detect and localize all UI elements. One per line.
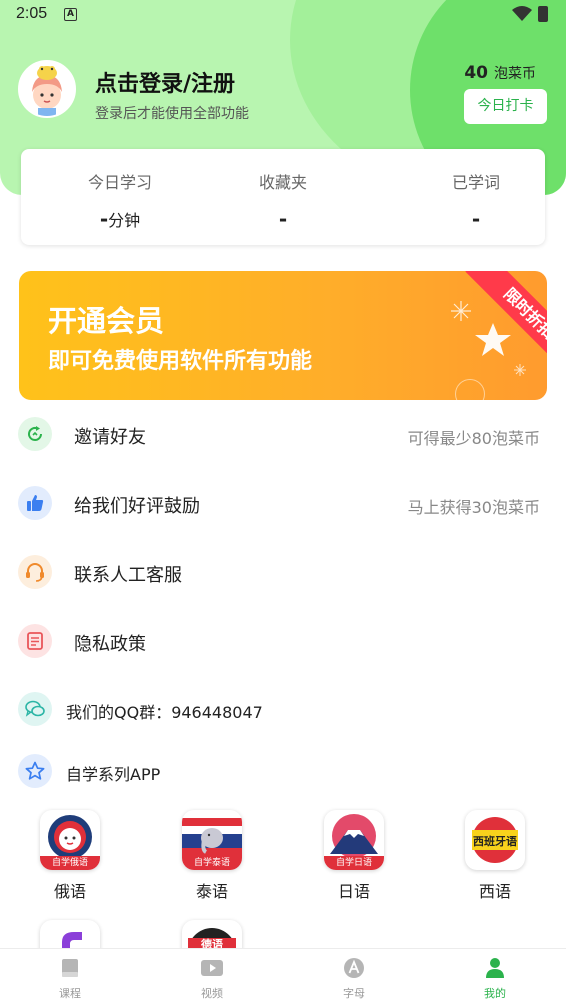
- status-bar: 2:05 A: [0, 0, 566, 30]
- bottom-tab-bar: 课程 视频 字母 我的: [0, 948, 566, 1006]
- app-japanese[interactable]: 自学日语 日语: [319, 810, 389, 902]
- sparkle-icon: [514, 364, 526, 376]
- tab-video[interactable]: 视频: [177, 957, 247, 1001]
- tab-mine[interactable]: 我的: [460, 957, 530, 1001]
- wifi-icon: [512, 6, 532, 21]
- menu-extra: 可得最少80泡菜币: [407, 429, 540, 448]
- app-icon: 自学俄语: [40, 810, 100, 870]
- menu-privacy-policy[interactable]: 隐私政策: [18, 621, 548, 661]
- menu-customer-service[interactable]: 联系人工客服: [18, 552, 548, 592]
- stat-value: -: [278, 207, 288, 231]
- tab-alphabet[interactable]: 字母: [319, 957, 389, 1001]
- app-tag: 自学日语: [324, 856, 384, 870]
- app-icon: 西班牙语: [465, 810, 525, 870]
- vip-title: 开通会员: [48, 304, 165, 338]
- stat-value: -: [471, 207, 481, 231]
- app-icon-logo: 西班牙语: [473, 834, 517, 848]
- app-name: 日语: [337, 882, 370, 901]
- tab-label: 我的: [484, 987, 506, 1000]
- sparkle-icon: [451, 301, 471, 321]
- login-subtitle: 登录后才能使用全部功能: [95, 106, 249, 122]
- menu-invite-friends[interactable]: 邀请好友 可得最少80泡菜币: [18, 414, 548, 454]
- tab-course[interactable]: 课程: [35, 957, 105, 1001]
- app-name: 俄语: [53, 882, 86, 901]
- person-icon: [486, 958, 504, 978]
- checkin-button[interactable]: 今日打卡: [464, 89, 547, 124]
- avatar[interactable]: [18, 60, 76, 118]
- battery-icon: [538, 6, 548, 22]
- app-name: 泰语: [195, 882, 228, 901]
- document-icon: [18, 624, 52, 658]
- menu-label: 给我们好评鼓励: [74, 496, 200, 517]
- coin-unit: 泡菜币: [494, 66, 536, 82]
- spanish-flag-icon: 西班牙语: [472, 817, 518, 863]
- app-thai[interactable]: 自学泰语 泰语: [177, 810, 247, 902]
- tab-label: 字母: [343, 987, 365, 1000]
- app-name: 西语: [478, 882, 511, 901]
- app-russian[interactable]: 自学俄语 俄语: [35, 810, 105, 902]
- stat-label: 已学词: [451, 173, 500, 192]
- app-tag: 自学俄语: [40, 856, 100, 870]
- headset-icon: [18, 555, 52, 589]
- app-icon: 自学日语: [324, 810, 384, 870]
- menu-rate-us[interactable]: 给我们好评鼓励 马上获得30泡菜币: [18, 483, 548, 523]
- menu-label: 我们的QQ群：946448047: [66, 703, 263, 722]
- menu-qq-group[interactable]: 我们的QQ群：946448047: [18, 689, 548, 729]
- notification-icon: A: [64, 8, 77, 21]
- vip-banner[interactable]: 开通会员 即可免费使用软件所有功能 限时折扣: [19, 271, 547, 400]
- login-title[interactable]: 点击登录/注册: [95, 66, 235, 98]
- chat-icon: [18, 692, 52, 726]
- menu-self-study-apps[interactable]: 自学系列APP: [18, 751, 548, 791]
- stats-card: 今日学习 -分钟 收藏夹 - 已学词 -: [21, 149, 545, 245]
- coin-count: 40: [464, 63, 488, 83]
- star-icon: [475, 323, 511, 356]
- tab-label: 课程: [59, 987, 81, 1000]
- stat-favorites[interactable]: 收藏夹 -: [208, 169, 358, 231]
- menu-label: 隐私政策: [74, 634, 146, 655]
- decor-circle: [455, 379, 485, 400]
- app-icon: 自学泰语: [182, 810, 242, 870]
- menu-label: 邀请好友: [74, 427, 146, 448]
- coin-balance: 40 泡菜币: [464, 63, 536, 83]
- star-icon: [18, 754, 52, 788]
- vip-subtitle: 即可免费使用软件所有功能: [48, 349, 313, 374]
- stat-label: 今日学习: [87, 173, 152, 192]
- stat-today-study[interactable]: 今日学习 -分钟: [45, 169, 195, 231]
- tab-label: 视频: [201, 987, 223, 1000]
- book-icon: [62, 959, 78, 977]
- app-spanish[interactable]: 西班牙语 西语: [460, 810, 530, 902]
- stat-learned-words[interactable]: 已学词 -: [401, 169, 551, 231]
- refresh-icon: [18, 417, 52, 451]
- menu-extra: 马上获得30泡菜币: [407, 498, 540, 517]
- menu-label: 联系人工客服: [74, 565, 182, 586]
- thumbs-up-icon: [18, 486, 52, 520]
- letter-a-icon: [344, 958, 364, 978]
- menu-label: 自学系列APP: [66, 765, 161, 784]
- stat-value: -分钟: [99, 207, 141, 231]
- avatar-character-icon: [20, 62, 74, 116]
- status-time: 2:05: [16, 5, 48, 22]
- stat-label: 收藏夹: [258, 173, 307, 192]
- app-tag: 自学泰语: [182, 856, 242, 870]
- play-icon: [201, 960, 223, 976]
